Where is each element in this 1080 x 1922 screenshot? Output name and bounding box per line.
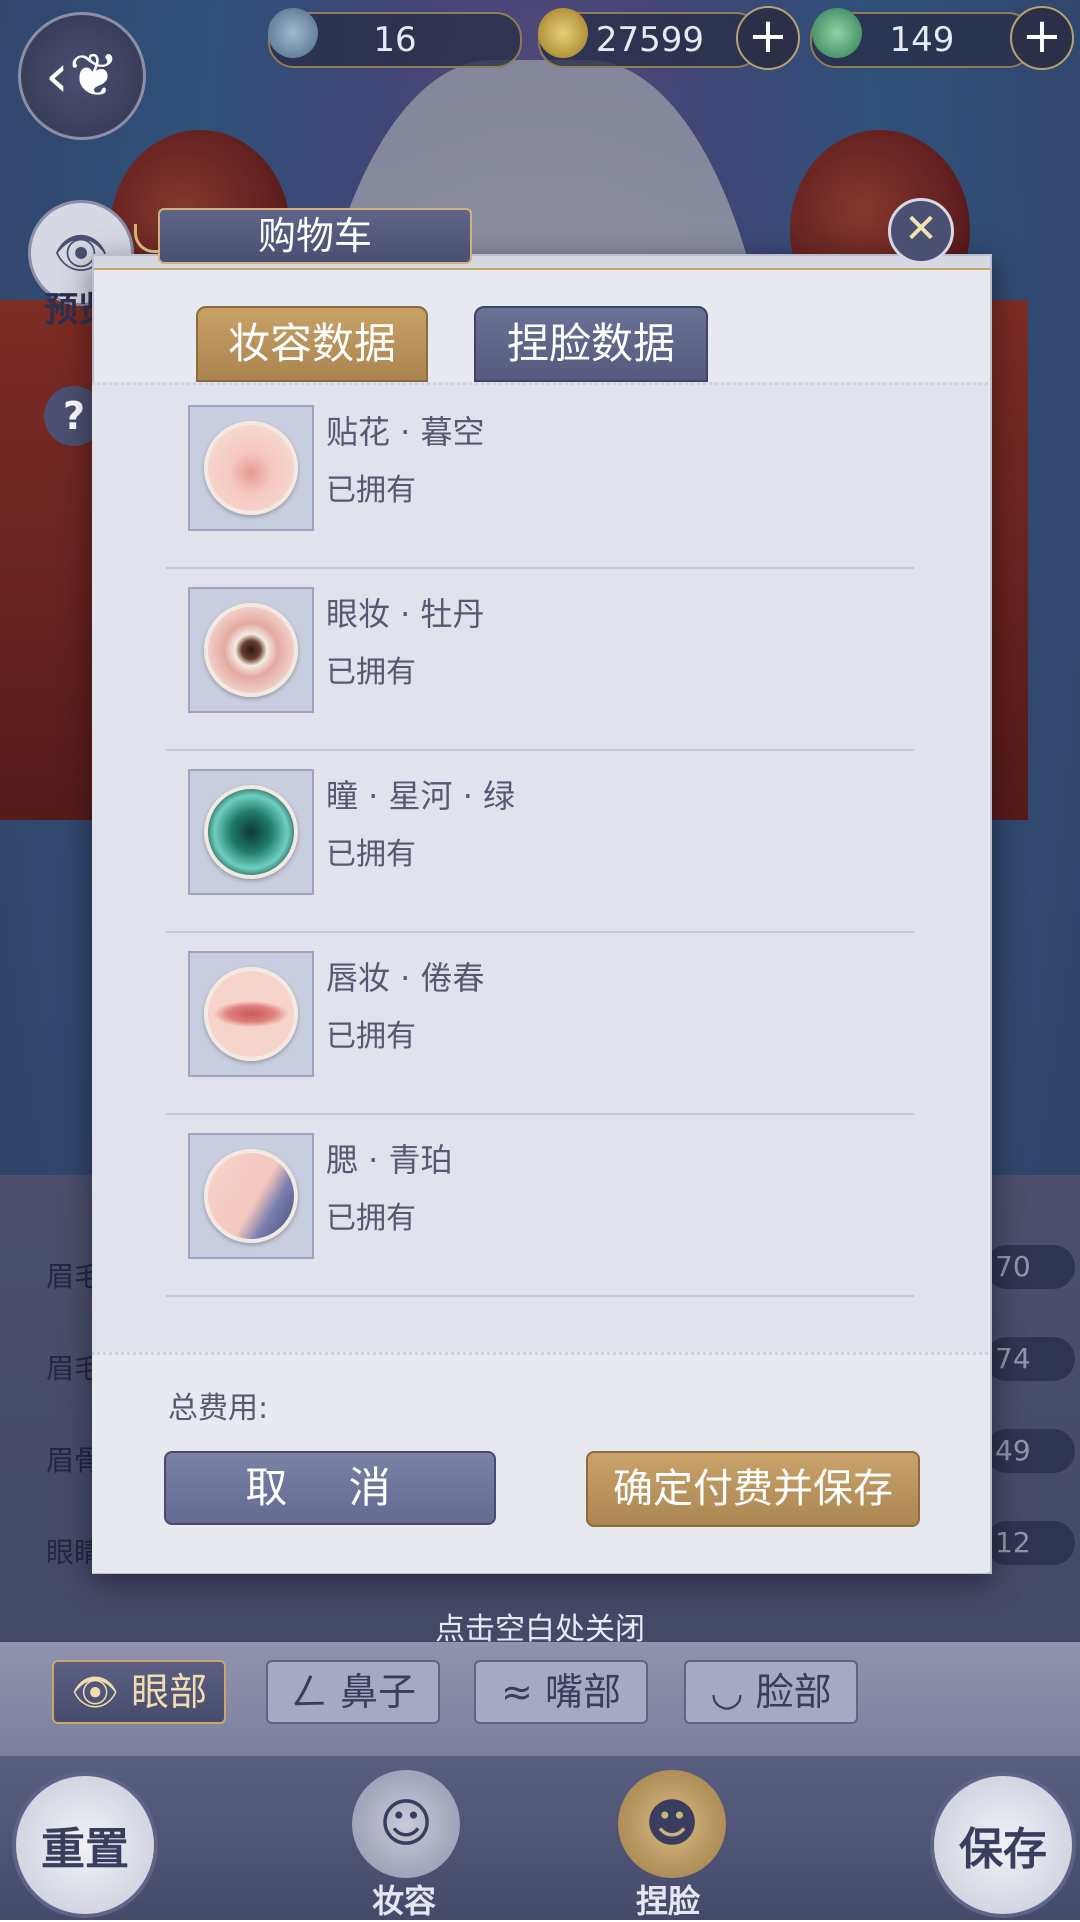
pupil-thumb [188, 769, 314, 895]
butterfly-back-icon: ‹❦ [44, 41, 120, 111]
item-status: 已拥有 [326, 655, 416, 690]
coins-count: 27599 [595, 20, 705, 60]
item-name: 眼妆 · 牡丹 [326, 595, 485, 633]
face-sculpt-button[interactable]: ☻ [618, 1770, 726, 1878]
tab-mouth[interactable]: ≈ 嘴部 [474, 1660, 648, 1724]
lip-makeup-thumb [188, 951, 314, 1077]
decal-thumb [188, 405, 314, 531]
jade-icon [812, 8, 862, 58]
add-gems-button[interactable]: + [1010, 6, 1074, 70]
tab-face-label: 脸部 [755, 1670, 832, 1714]
coin-icon [538, 8, 588, 58]
close-icon: ✕ [904, 206, 938, 252]
close-button[interactable]: ✕ [888, 198, 954, 264]
makeup-button[interactable]: ☺ [352, 1770, 460, 1878]
decal-icon [204, 421, 298, 515]
cancel-button[interactable]: 取 消 [164, 1451, 496, 1525]
face-sculpt-label: 捏脸 [636, 1882, 701, 1920]
list-item[interactable]: 唇妆 · 倦春 已拥有 [166, 931, 914, 1115]
nose-icon: ㄥ [289, 1670, 341, 1714]
feather-count: 16 [373, 20, 417, 60]
cart-title: 购物车 [158, 208, 472, 264]
item-name: 贴花 · 暮空 [326, 413, 485, 451]
tab-eyes[interactable]: 👁 眼部 [52, 1660, 226, 1724]
item-name: 腮 · 青珀 [326, 1141, 453, 1179]
gems-count: 149 [889, 20, 955, 60]
item-name: 瞳 · 星河 · 绿 [326, 777, 516, 815]
tab-face[interactable]: ◡ 脸部 [684, 1660, 858, 1724]
blush-thumb [188, 1133, 314, 1259]
item-status: 已拥有 [326, 837, 416, 872]
item-status: 已拥有 [326, 1019, 416, 1054]
add-coins-button[interactable]: + [736, 6, 800, 70]
pupil-icon [204, 785, 298, 879]
back-button[interactable]: ‹❦ [18, 12, 146, 140]
tab-nose[interactable]: ㄥ 鼻子 [266, 1660, 440, 1724]
woman-portrait-icon: ☺ [378, 1794, 434, 1854]
eye-makeup-thumb [188, 587, 314, 713]
total-cost-label: 总费用: [168, 1391, 269, 1426]
lip-makeup-icon [204, 967, 298, 1061]
list-item[interactable]: 瞳 · 星河 · 绿 已拥有 [166, 749, 914, 933]
reset-button[interactable]: 重置 [12, 1772, 158, 1918]
list-item[interactable]: 腮 · 青珀 已拥有 [166, 1113, 914, 1297]
face-outline-icon: ◡ [710, 1670, 756, 1714]
eye-makeup-icon [204, 603, 298, 697]
tab-face-data[interactable]: 捏脸数据 [474, 306, 708, 382]
list-item[interactable]: 贴花 · 暮空 已拥有 [166, 385, 914, 569]
tab-eyes-label: 眼部 [131, 1670, 208, 1714]
item-name: 唇妆 · 倦春 [326, 959, 485, 997]
tab-mouth-label: 嘴部 [544, 1670, 621, 1714]
lips-icon: ≈ [501, 1670, 545, 1714]
item-status: 已拥有 [326, 473, 416, 508]
woman-silhouette-icon: ☻ [644, 1794, 700, 1854]
blush-icon [204, 1149, 298, 1243]
cart-item-list[interactable]: 贴花 · 暮空 已拥有 眼妆 · 牡丹 已拥有 瞳 · 星河 · 绿 已拥有 唇… [92, 382, 988, 1355]
feather-icon [268, 8, 318, 58]
bottom-action-bar: 重置 ☺ 妆容 ☻ 捏脸 保存 [0, 1756, 1080, 1920]
eye-outline-icon: 👁 [70, 1670, 132, 1714]
category-bar: 👁 眼部 ㄥ 鼻子 ≈ 嘴部 ◡ 脸部 [0, 1642, 1080, 1756]
makeup-label: 妆容 [372, 1882, 437, 1920]
cart-footer: 总费用: 取 消 确定付费并保存 [92, 1352, 988, 1573]
confirm-pay-save-button[interactable]: 确定付费并保存 [586, 1451, 920, 1527]
list-item[interactable]: 眼妆 · 牡丹 已拥有 [166, 567, 914, 751]
tab-makeup-data[interactable]: 妆容数据 [196, 306, 428, 382]
item-status: 已拥有 [326, 1201, 416, 1236]
save-button[interactable]: 保存 [930, 1772, 1076, 1918]
tab-nose-label: 鼻子 [340, 1670, 417, 1714]
